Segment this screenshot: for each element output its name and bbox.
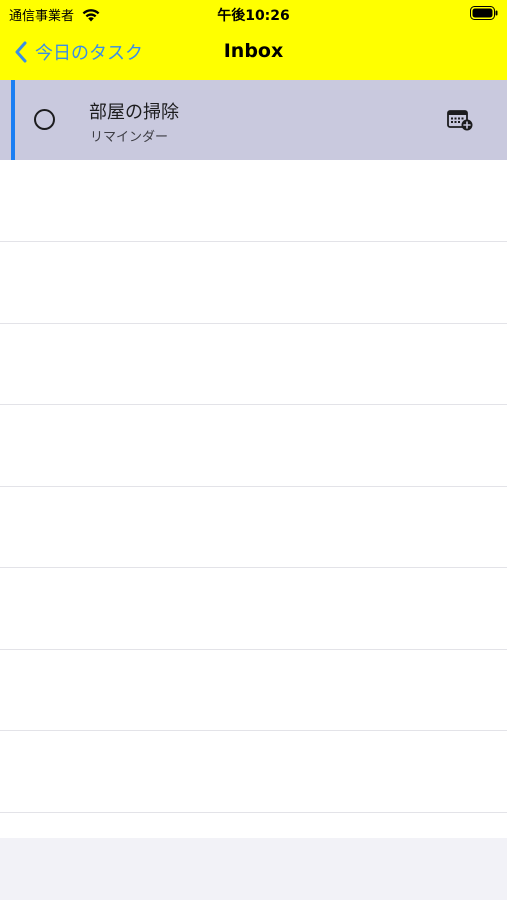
selection-accent-bar <box>11 80 15 160</box>
empty-row <box>0 486 507 568</box>
empty-row <box>0 160 507 242</box>
calendar-add-icon[interactable] <box>446 108 474 132</box>
status-time: 午後10:26 <box>217 8 290 24</box>
empty-row <box>0 568 507 650</box>
battery-icon <box>470 6 498 20</box>
header-bar: 通信事業者 午後10:26 今日のタスク Inbox <box>0 0 507 80</box>
task-list-name: リマインダー <box>90 130 169 145</box>
task-row[interactable]: 部屋の掃除 リマインダー <box>0 80 507 160</box>
circle-checkbox-icon[interactable] <box>34 109 55 130</box>
status-bar: 通信事業者 午後10:26 <box>0 0 507 28</box>
empty-row <box>0 323 507 405</box>
task-list: 部屋の掃除 リマインダー <box>0 80 507 838</box>
empty-row <box>0 405 507 487</box>
task-title: 部屋の掃除 <box>89 102 179 123</box>
empty-row <box>0 649 507 731</box>
empty-row <box>0 731 507 813</box>
page-title: Inbox <box>223 40 284 62</box>
empty-row <box>0 242 507 324</box>
